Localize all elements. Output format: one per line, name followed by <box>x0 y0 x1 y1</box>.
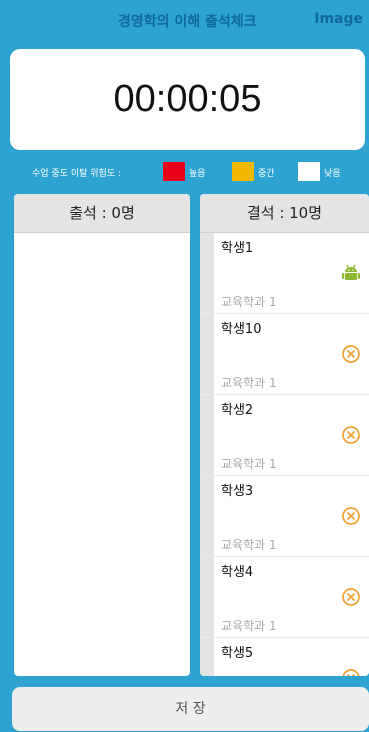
absence-header: 결석 : 10명 <box>200 194 369 233</box>
student-name: 학생5 <box>221 646 254 661</box>
attendance-header: 출석 : 0명 <box>14 194 190 233</box>
student-list-item[interactable]: 학생3 교육학과 1 <box>200 476 369 557</box>
student-name: 학생3 <box>221 484 254 499</box>
absent-x-icon <box>341 668 361 676</box>
student-name: 학생10 <box>221 322 262 337</box>
student-list-item[interactable]: 학생4 교육학과 1 <box>200 557 369 638</box>
absent-x-icon <box>341 425 361 449</box>
student-dept: 교육학과 1 <box>221 295 277 309</box>
risk-medium-swatch <box>232 162 254 181</box>
risk-legend-label: 수업 중도 이탈 위험도 : <box>32 169 121 179</box>
item-stripe <box>200 395 214 475</box>
student-dept: 교육학과 1 <box>221 619 277 633</box>
risk-low-label: 낮음 <box>324 169 341 179</box>
risk-high-label: 높음 <box>189 169 206 179</box>
absence-panel: 결석 : 10명 학생1 교육학과 1 학생10 교육학과 1 학생2 교육학과 1 학생3… <box>200 194 369 676</box>
student-name: 학생1 <box>221 241 254 256</box>
absent-x-icon <box>341 344 361 368</box>
student-dept: 교육학과 1 <box>221 457 277 471</box>
student-list-item[interactable]: 학생10 교육학과 1 <box>200 314 369 395</box>
student-list-item[interactable]: 학생5 <box>200 638 369 676</box>
risk-low-swatch <box>298 162 320 181</box>
image-button[interactable]: Image <box>314 11 363 27</box>
save-button[interactable]: 저 장 <box>12 687 369 731</box>
absent-student-list[interactable]: 학생1 교육학과 1 학생10 교육학과 1 학생2 교육학과 1 학생3 교육학과 1 학생4… <box>200 233 369 676</box>
attendance-panel: 출석 : 0명 <box>14 194 190 676</box>
absent-x-icon <box>341 587 361 611</box>
item-stripe <box>200 638 214 676</box>
risk-medium-label: 중간 <box>258 169 275 179</box>
risk-high-swatch <box>163 162 185 181</box>
item-stripe <box>200 476 214 556</box>
android-icon <box>341 263 361 287</box>
risk-legend: 수업 중도 이탈 위험도 : 높음 중간 낮음 <box>0 159 369 185</box>
item-stripe <box>200 233 214 313</box>
item-stripe <box>200 314 214 394</box>
student-name: 학생4 <box>221 565 254 580</box>
student-name: 학생2 <box>221 403 254 418</box>
student-dept: 교육학과 1 <box>221 376 277 390</box>
page-title: 경영학의 이해 출석체크 <box>118 14 257 30</box>
app-header: 경영학의 이해 출석체크 Image <box>0 0 369 44</box>
student-dept: 교육학과 1 <box>221 538 277 552</box>
elapsed-timer: 00:00:05 <box>10 49 365 150</box>
absent-x-icon <box>341 506 361 530</box>
item-stripe <box>200 557 214 637</box>
student-list-item[interactable]: 학생1 교육학과 1 <box>200 233 369 314</box>
student-list-item[interactable]: 학생2 교육학과 1 <box>200 395 369 476</box>
